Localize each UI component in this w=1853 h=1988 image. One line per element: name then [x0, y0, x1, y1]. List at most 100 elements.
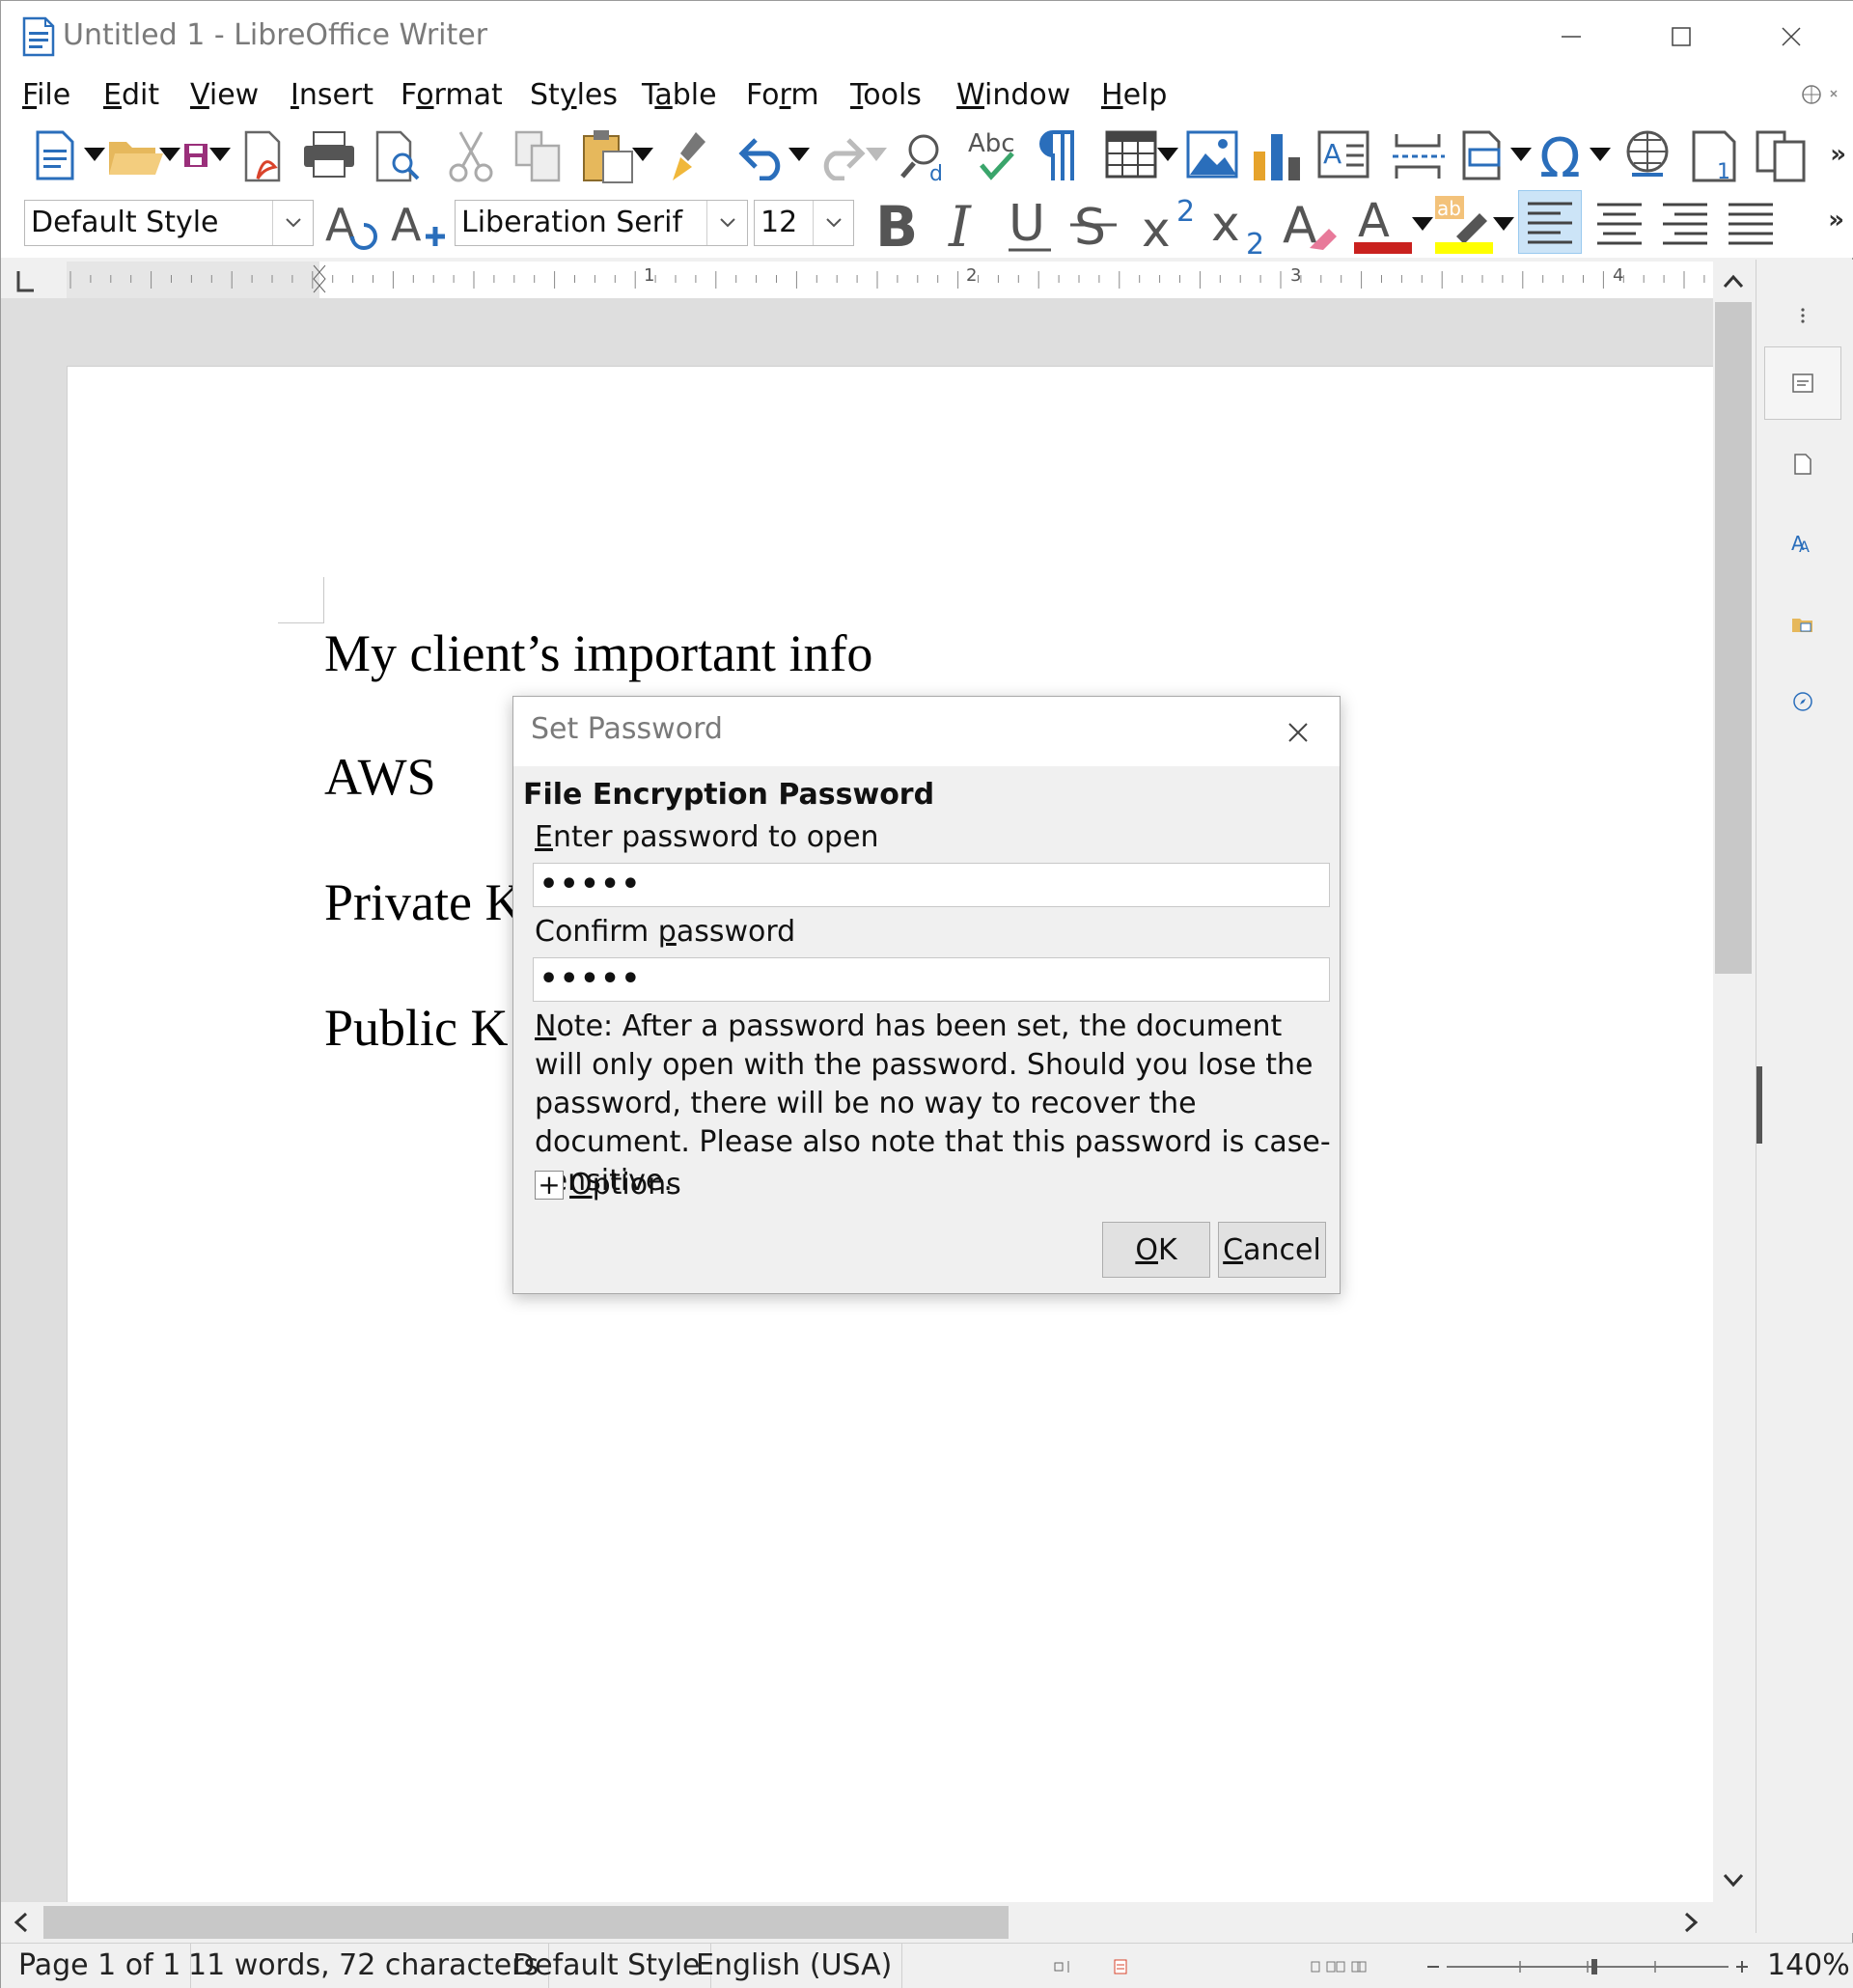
document-line[interactable]: Private K: [324, 872, 522, 932]
document-modified-icon[interactable]: [1111, 1957, 1130, 1976]
chevron-down-icon[interactable]: [1588, 146, 1613, 163]
scroll-right-icon[interactable]: [1676, 1904, 1705, 1941]
special-character-icon[interactable]: Ω: [1537, 126, 1591, 184]
menu-insert[interactable]: Insert: [290, 76, 373, 115]
superscript-icon[interactable]: x 2: [1140, 194, 1203, 254]
font-size-value[interactable]: 12: [761, 201, 797, 245]
menu-edit[interactable]: Edit: [103, 76, 159, 115]
update-globe-icon[interactable]: [1798, 80, 1844, 109]
close-window-button[interactable]: [1738, 1, 1844, 72]
align-center-button[interactable]: [1588, 194, 1651, 252]
font-name-dropdown[interactable]: [706, 201, 747, 245]
insert-chart-icon[interactable]: [1252, 130, 1304, 182]
redo-icon[interactable]: [814, 132, 868, 180]
view-layout-icon[interactable]: [1310, 1957, 1368, 1976]
font-name-value[interactable]: Liberation Serif: [461, 201, 682, 245]
underline-icon[interactable]: U: [1005, 196, 1057, 254]
insert-table-icon[interactable]: [1105, 130, 1161, 180]
chevron-down-icon[interactable]: [1508, 146, 1534, 163]
vertical-scroll-thumb[interactable]: [1715, 302, 1752, 974]
sidebar-resize-handle[interactable]: [1756, 1066, 1762, 1144]
chevron-down-icon[interactable]: [787, 146, 812, 163]
toolbar-more-button[interactable]: »: [1830, 140, 1846, 169]
spelling-icon[interactable]: Abc: [966, 126, 1022, 184]
update-style-icon[interactable]: A: [323, 198, 379, 252]
maximize-button[interactable]: [1628, 1, 1734, 72]
document-line[interactable]: Public K: [324, 998, 509, 1058]
horizontal-ruler[interactable]: 1 2 3 4: [67, 262, 1713, 298]
undo-icon[interactable]: [736, 132, 790, 180]
new-style-icon[interactable]: A: [389, 198, 447, 252]
sidebar-properties-button[interactable]: [1764, 346, 1841, 420]
chevron-down-icon[interactable]: [1410, 215, 1435, 233]
confirm-password-field[interactable]: •••••: [533, 957, 1330, 1002]
insert-endnote-icon[interactable]: [1754, 128, 1810, 184]
insert-text-box-icon[interactable]: A: [1317, 128, 1371, 182]
insert-mode-icon[interactable]: [1053, 1957, 1076, 1976]
word-count[interactable]: 11 words, 72 characters: [179, 1944, 550, 1988]
sidebar-navigator-button[interactable]: [1764, 665, 1841, 738]
sidebar-menu-button[interactable]: [1764, 279, 1841, 352]
vertical-scrollbar[interactable]: [1713, 260, 1754, 1902]
cancel-button[interactable]: Cancel: [1218, 1222, 1326, 1278]
minimize-button[interactable]: [1518, 1, 1624, 72]
print-icon[interactable]: [302, 130, 356, 180]
italic-icon[interactable]: I: [943, 196, 982, 254]
menu-form[interactable]: Form: [746, 76, 819, 115]
justify-button[interactable]: [1719, 194, 1783, 252]
scroll-up-icon[interactable]: [1715, 267, 1752, 296]
chevron-down-icon[interactable]: [157, 146, 182, 163]
subscript-icon[interactable]: x 2: [1209, 194, 1273, 258]
sidebar-gallery-button[interactable]: [1764, 588, 1841, 661]
options-expander[interactable]: + Options: [535, 1168, 681, 1201]
insert-image-icon[interactable]: [1186, 128, 1240, 182]
text-language[interactable]: English (USA): [686, 1944, 903, 1988]
paragraph-style-combo[interactable]: Default Style: [24, 200, 314, 246]
align-right-button[interactable]: [1653, 194, 1717, 252]
find-replace-icon[interactable]: d: [900, 128, 956, 184]
menu-format[interactable]: Format: [401, 76, 503, 115]
highlight-color-icon[interactable]: ab: [1433, 194, 1495, 256]
options-label[interactable]: Options: [569, 1168, 681, 1201]
paragraph-style-value[interactable]: Default Style: [31, 201, 219, 245]
chevron-down-icon[interactable]: [1491, 215, 1516, 233]
document-heading[interactable]: My client’s important info: [324, 623, 872, 683]
menu-window[interactable]: Window: [956, 76, 1070, 115]
cut-icon[interactable]: [447, 128, 495, 184]
chevron-down-icon[interactable]: [82, 146, 107, 163]
font-size-combo[interactable]: 12: [754, 200, 854, 246]
font-color-icon[interactable]: A: [1352, 194, 1414, 256]
new-document-icon[interactable]: [34, 128, 82, 182]
scroll-left-icon[interactable]: [7, 1904, 36, 1941]
insert-hyperlink-icon[interactable]: [1622, 128, 1676, 182]
chevron-down-icon[interactable]: [864, 146, 889, 163]
page-count[interactable]: Page 1 of 1: [9, 1944, 192, 1988]
menu-view[interactable]: View: [190, 76, 259, 115]
horizontal-scroll-thumb[interactable]: [43, 1906, 1009, 1939]
tab-stop-selector[interactable]: [1, 260, 65, 298]
chevron-down-icon[interactable]: [207, 146, 233, 163]
insert-field-icon[interactable]: [1460, 128, 1512, 182]
font-name-combo[interactable]: Liberation Serif: [455, 200, 748, 246]
save-icon[interactable]: [182, 142, 209, 169]
sidebar-page-button[interactable]: [1764, 428, 1841, 501]
menu-styles[interactable]: Styles: [530, 76, 618, 115]
font-size-dropdown[interactable]: [813, 201, 853, 245]
copy-icon[interactable]: [512, 128, 565, 184]
zoom-slider[interactable]: [1424, 1955, 1752, 1978]
horizontal-scrollbar[interactable]: [1, 1902, 1715, 1941]
close-icon[interactable]: [1282, 716, 1314, 749]
menu-file[interactable]: File: [22, 76, 70, 115]
expand-plus-icon[interactable]: +: [535, 1170, 564, 1200]
zoom-percentage[interactable]: 140%: [1767, 1944, 1850, 1988]
export-pdf-icon[interactable]: [242, 128, 290, 184]
paragraph-style-dropdown[interactable]: [272, 201, 313, 245]
password-field[interactable]: •••••: [533, 863, 1330, 907]
insert-footnote-icon[interactable]: 1: [1690, 128, 1744, 184]
paste-icon[interactable]: [580, 126, 636, 184]
menu-table[interactable]: Table: [642, 76, 717, 115]
scroll-down-icon[interactable]: [1715, 1865, 1752, 1894]
align-left-button[interactable]: [1518, 190, 1582, 254]
clear-formatting-icon[interactable]: A: [1281, 196, 1339, 254]
strikethrough-icon[interactable]: S: [1068, 196, 1120, 254]
